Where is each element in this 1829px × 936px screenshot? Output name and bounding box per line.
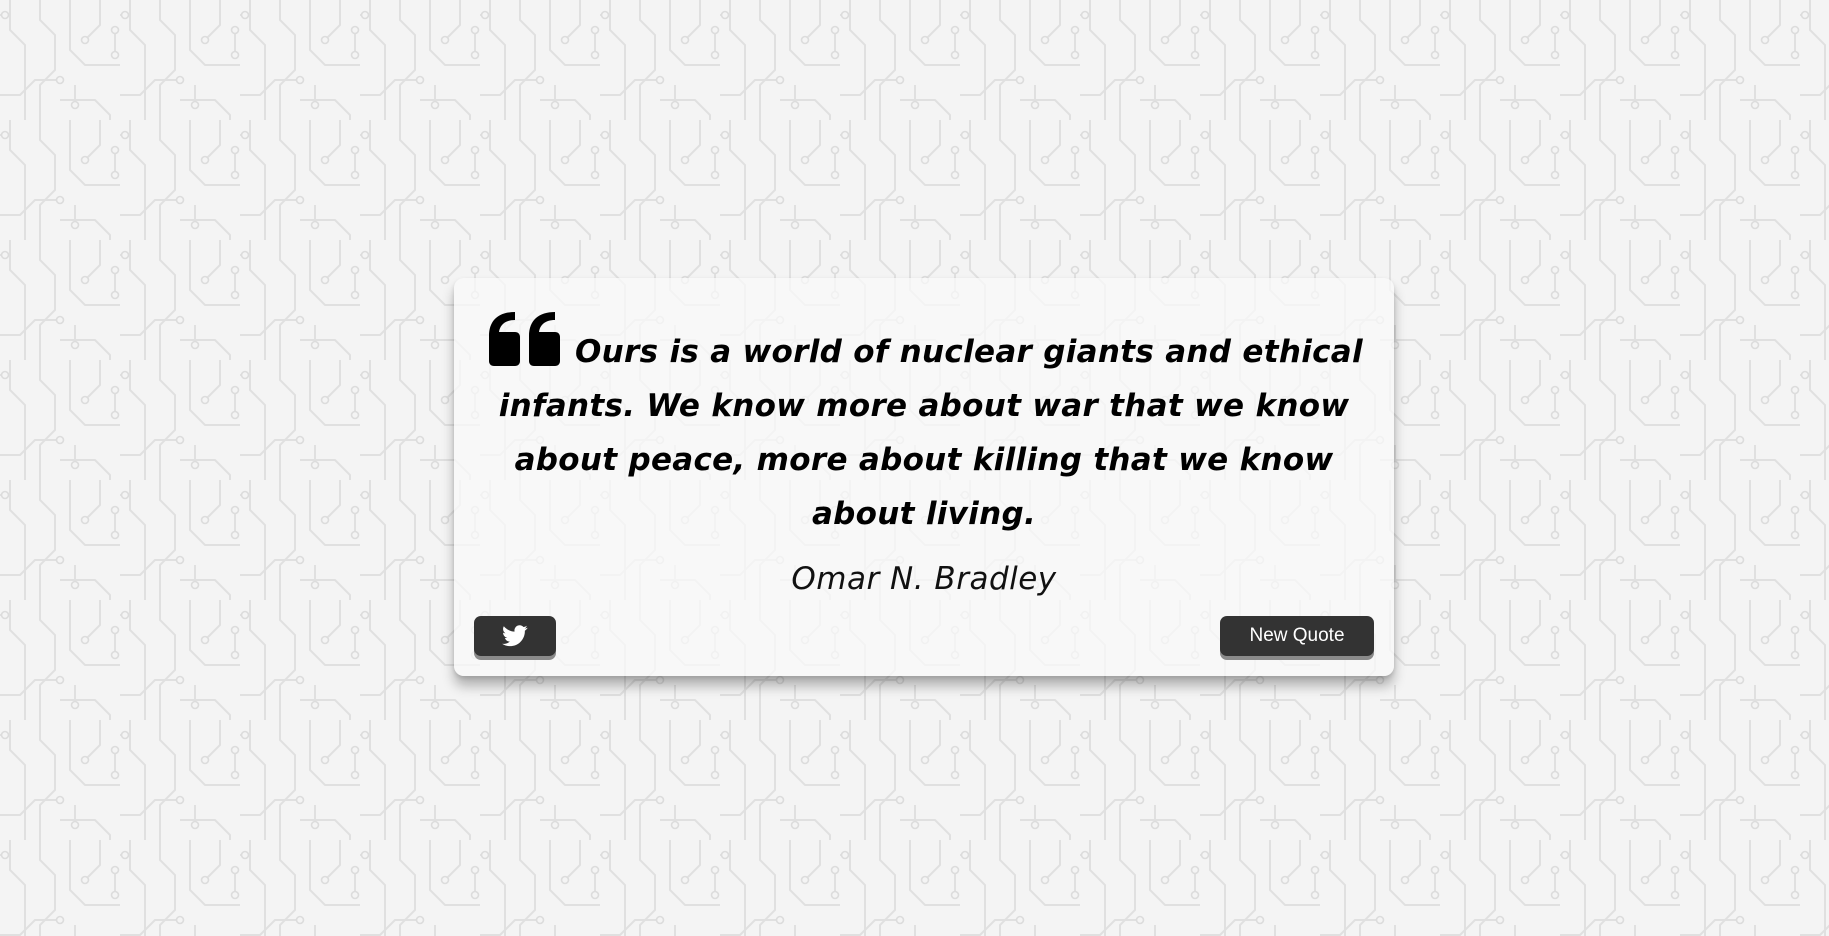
quote-text-block: Ours is a world of nuclear giants and et… xyxy=(474,310,1374,541)
quote-text: Ours is a world of nuclear giants and et… xyxy=(498,334,1363,532)
quote-card: Ours is a world of nuclear giants and et… xyxy=(454,278,1394,676)
tweet-button[interactable] xyxy=(474,616,556,656)
quote-author: Omar N. Bradley xyxy=(791,561,1057,597)
quote-left-icon xyxy=(489,312,561,366)
twitter-icon xyxy=(502,625,528,647)
new-quote-button[interactable]: New Quote xyxy=(1220,616,1374,656)
